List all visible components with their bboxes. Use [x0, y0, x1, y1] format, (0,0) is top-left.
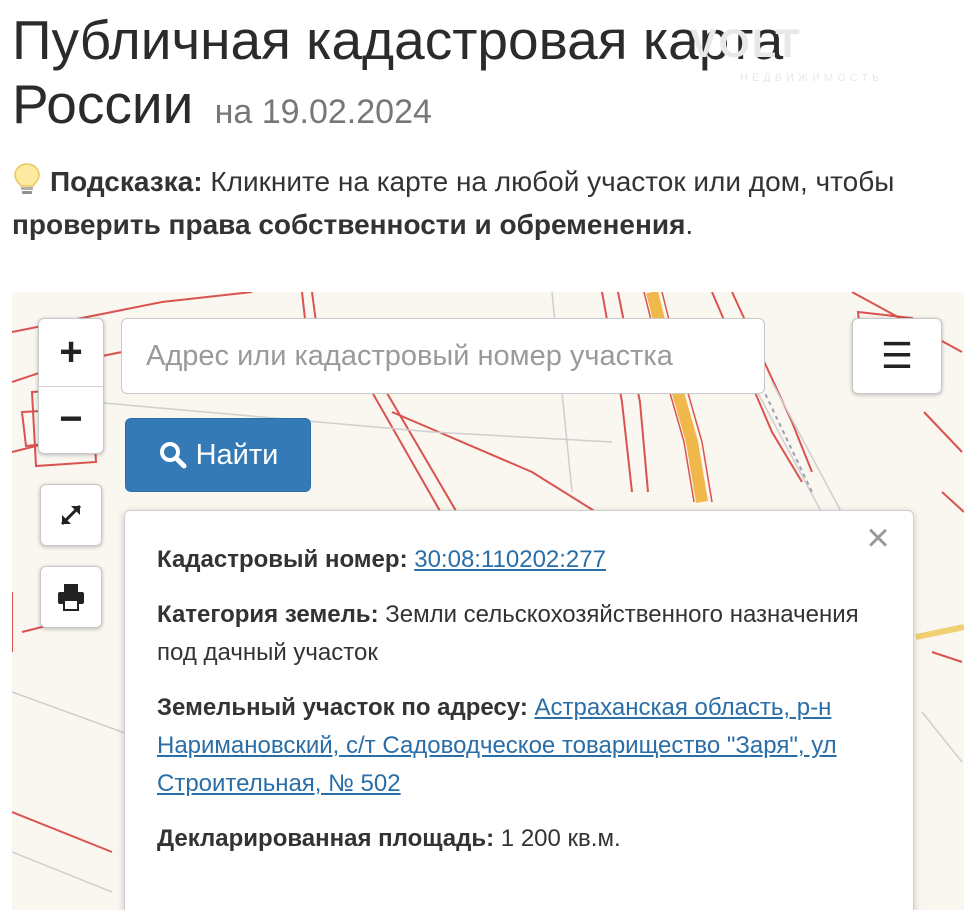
print-button[interactable]	[40, 566, 102, 628]
parcel-info-popup: × Кадастровый номер: 30:08:110202:277 Ка…	[124, 510, 914, 910]
land-category-row: Категория земель: Земли сельскохозяйстве…	[157, 596, 881, 672]
zoom-control: + −	[38, 318, 104, 454]
land-category-label: Категория земель:	[157, 601, 379, 628]
fullscreen-button[interactable]	[40, 484, 102, 546]
cadastral-number-label: Кадастровый номер:	[157, 546, 408, 573]
search-button-label: Найти	[195, 438, 279, 471]
hint-text: Подсказка: Кликните на карте на любой уч…	[12, 160, 962, 246]
search-icon	[159, 442, 187, 469]
area-value: 1 200 кв.м.	[500, 825, 621, 852]
hint-end: .	[685, 209, 694, 240]
address-label: Земельный участок по адресу:	[157, 694, 528, 721]
area-label: Декларированная площадь:	[157, 825, 495, 852]
cadastral-number-row: Кадастровый номер: 30:08:110202:277	[157, 541, 881, 579]
hint-emphasis: проверить права собственности и обремене…	[12, 209, 686, 240]
cadastral-map[interactable]: + − ☰ Найти × Кадастровый номер: 30:08:1…	[12, 292, 964, 910]
area-row: Декларированная площадь: 1 200 кв.м.	[157, 820, 881, 858]
zoom-in-button[interactable]: +	[39, 320, 103, 386]
printer-icon	[58, 584, 84, 611]
search-button[interactable]: Найти	[125, 418, 311, 492]
land-category-value: Земли сельскохозяйственного назначения	[385, 601, 859, 628]
menu-button[interactable]: ☰	[852, 318, 942, 394]
watermark-logo: VOLT НЕДВИЖИМОСТЬ	[690, 22, 950, 92]
expand-icon	[60, 504, 82, 526]
zoom-out-button[interactable]: −	[39, 387, 103, 453]
land-usage-value: под дачный участок	[157, 639, 378, 666]
hint-body: Кликните на карте на любой участок или д…	[210, 166, 895, 197]
hint-label: Подсказка:	[50, 166, 203, 197]
cadastral-number-link[interactable]: 30:08:110202:277	[414, 546, 606, 573]
watermark-text: VOLT	[690, 22, 802, 66]
address-row: Земельный участок по адресу: Астраханска…	[157, 689, 881, 803]
close-icon[interactable]: ×	[861, 518, 895, 558]
map-date: на 19.02.2024	[214, 93, 432, 131]
search-input[interactable]	[121, 318, 765, 394]
watermark-subtext: НЕДВИЖИМОСТЬ	[740, 72, 884, 84]
lightbulb-icon	[14, 163, 40, 194]
